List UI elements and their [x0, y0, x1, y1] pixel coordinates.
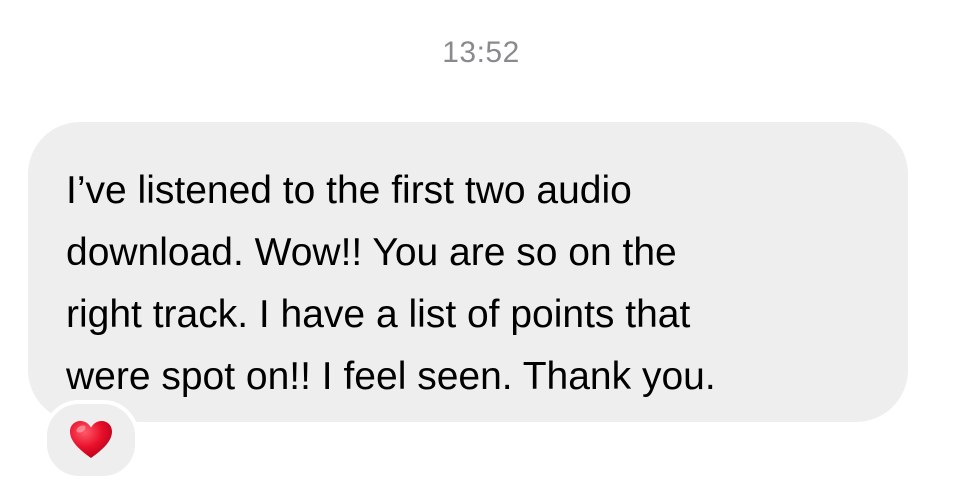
message-timestamp: 13:52 [442, 36, 520, 69]
reaction-badge[interactable] [43, 400, 139, 480]
message-bubble[interactable]: I’ve listened to the first two audio dow… [28, 122, 908, 422]
message-text: I’ve listened to the first two audio dow… [66, 169, 716, 398]
red-heart-icon [70, 421, 112, 458]
